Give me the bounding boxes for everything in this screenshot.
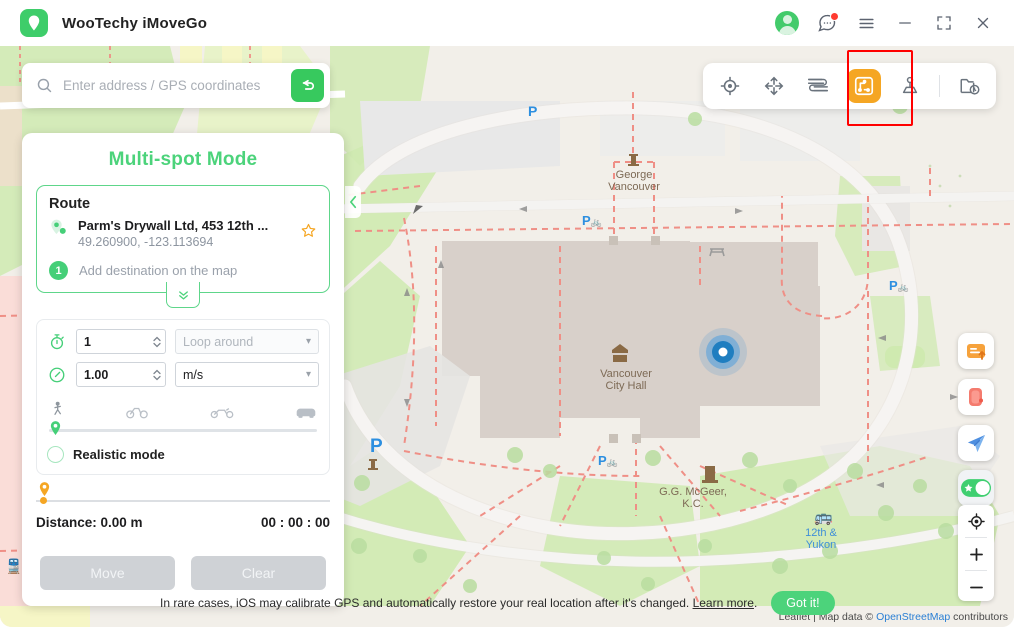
- panel-actions: Move Clear: [40, 556, 326, 590]
- distance-label: Distance: 0.00 m: [36, 515, 143, 530]
- toggle-switch-icon[interactable]: [958, 470, 994, 506]
- progress-track: [36, 500, 330, 502]
- transit-station-icon: 🚆: [5, 558, 22, 575]
- zoom-controls[interactable]: [958, 505, 994, 601]
- route-start-pin-icon: [49, 218, 69, 238]
- maximize-icon[interactable]: [933, 12, 955, 34]
- learn-more-link[interactable]: Learn more: [693, 596, 754, 610]
- destination-number: 1: [49, 261, 68, 280]
- route-card: Route Parm's Drywall Ltd, 453 12th ... 4…: [36, 185, 330, 293]
- zoom-in-icon[interactable]: [958, 538, 994, 570]
- search-input[interactable]: [61, 77, 291, 94]
- loop-count-row: 1 Loop around ▾: [47, 329, 319, 354]
- app-window: GeorgeVancouver VancouverCity Hall G.G. …: [0, 0, 1014, 627]
- route-start-coords: 49.260900, -123.113694: [78, 235, 291, 249]
- realistic-mode-row[interactable]: Realistic mode: [47, 446, 319, 463]
- current-location-dot: [699, 328, 747, 376]
- move-button[interactable]: Move: [40, 556, 175, 590]
- loop-count-arrows[interactable]: [152, 335, 162, 349]
- speedometer-icon: [47, 365, 67, 385]
- locate-me-icon[interactable]: [958, 505, 994, 537]
- gps-notice-bar: In rare cases, iOS may calibrate GPS and…: [160, 589, 860, 617]
- realistic-mode-radio[interactable]: [47, 446, 64, 463]
- toolbar-separator: [939, 75, 940, 97]
- speed-unit-value: m/s: [183, 368, 203, 382]
- minimize-icon[interactable]: [894, 12, 916, 34]
- joystick-icon[interactable]: [895, 71, 925, 101]
- jump-teleport-mode-icon[interactable]: [847, 69, 881, 103]
- search-bar[interactable]: [22, 63, 330, 108]
- destination-label: Add destination on the map: [79, 263, 237, 278]
- bus-stop-icon: 🚌: [814, 508, 833, 526]
- app-logo-icon: [20, 9, 48, 37]
- speed-stepper[interactable]: 1.00: [76, 362, 166, 387]
- share-icon[interactable]: [958, 425, 994, 461]
- speed-slider-knob[interactable]: [49, 421, 62, 438]
- loop-mode-value: Loop around: [183, 335, 253, 349]
- speed-row: 1.00 m/s ▾: [47, 362, 319, 387]
- history-records-icon[interactable]: [954, 71, 984, 101]
- stopwatch-icon: [47, 332, 67, 352]
- timer-display: 00 : 00 : 00: [261, 515, 330, 530]
- speed-mode-icons: [47, 395, 319, 419]
- got-it-button[interactable]: Got it!: [771, 591, 834, 615]
- speed-value: 1.00: [84, 368, 152, 382]
- mode-toolbar[interactable]: [703, 63, 996, 109]
- speed-slider[interactable]: [49, 423, 317, 437]
- user-avatar[interactable]: [775, 11, 799, 35]
- bicycle-icon[interactable]: [126, 399, 148, 419]
- speed-unit-select[interactable]: m/s ▾: [175, 362, 319, 387]
- multi-spot-mode-icon[interactable]: [803, 71, 833, 101]
- route-start-name: Parm's Drywall Ltd, 453 12th ...: [78, 218, 291, 233]
- speed-slider-track: [49, 429, 317, 432]
- realistic-mode-label: Realistic mode: [73, 447, 165, 462]
- motion-controls: 1 Loop around ▾ 1.00: [36, 319, 330, 475]
- app-title: WooTechy iMoveGo: [62, 15, 207, 32]
- panel-collapse-button[interactable]: [345, 186, 361, 218]
- window-controls: [775, 11, 994, 35]
- teleport-mode-icon[interactable]: [715, 71, 745, 101]
- panel-title: Multi-spot Mode: [22, 133, 344, 185]
- openstreetmap-link[interactable]: OpenStreetMap: [876, 611, 950, 623]
- notice-message: In rare cases, iOS may calibrate GPS and…: [160, 596, 689, 610]
- gps-notice-text: In rare cases, iOS may calibrate GPS and…: [160, 596, 757, 610]
- speed-arrows[interactable]: [152, 368, 162, 382]
- menu-icon[interactable]: [855, 12, 877, 34]
- feedback-icon[interactable]: [816, 12, 838, 34]
- loop-count-stepper[interactable]: 1: [76, 329, 166, 354]
- zoom-out-icon[interactable]: [958, 571, 994, 603]
- walk-icon[interactable]: [49, 399, 65, 419]
- progress-slider[interactable]: [36, 491, 330, 507]
- title-bar: WooTechy iMoveGo: [0, 0, 1014, 46]
- star-icon[interactable]: [300, 222, 317, 239]
- search-icon: [36, 77, 53, 94]
- attribution-suffix: contributors: [953, 611, 1008, 623]
- distance-row: Distance: 0.00 m 00 : 00 : 00: [36, 515, 330, 530]
- loop-count-value: 1: [84, 335, 152, 349]
- notification-badge: [830, 12, 839, 21]
- two-spot-mode-icon[interactable]: [759, 71, 789, 101]
- export-gpx-icon[interactable]: [958, 333, 994, 369]
- loop-mode-select[interactable]: Loop around ▾: [175, 329, 319, 354]
- route-heading: Route: [49, 196, 317, 212]
- chevron-down-icon: ▾: [306, 336, 311, 347]
- motorcycle-icon[interactable]: [210, 399, 234, 419]
- multi-spot-panel: Multi-spot Mode Route Parm's Drywall Ltd…: [22, 133, 344, 606]
- close-icon[interactable]: [972, 12, 994, 34]
- search-go-button[interactable]: [291, 69, 324, 102]
- chevron-double-down-icon[interactable]: [166, 282, 200, 308]
- route-destination-row[interactable]: 1 Add destination on the map: [49, 261, 317, 280]
- chevron-down-icon: ▾: [306, 369, 311, 380]
- route-start-row[interactable]: Parm's Drywall Ltd, 453 12th ... 49.2609…: [49, 218, 317, 249]
- import-gpx-icon[interactable]: [958, 379, 994, 415]
- progress-handle[interactable]: [40, 497, 47, 504]
- clear-button[interactable]: Clear: [191, 556, 326, 590]
- car-icon[interactable]: [295, 399, 317, 419]
- notice-period: .: [754, 596, 757, 610]
- distance-section: Distance: 0.00 m 00 : 00 : 00: [36, 491, 330, 530]
